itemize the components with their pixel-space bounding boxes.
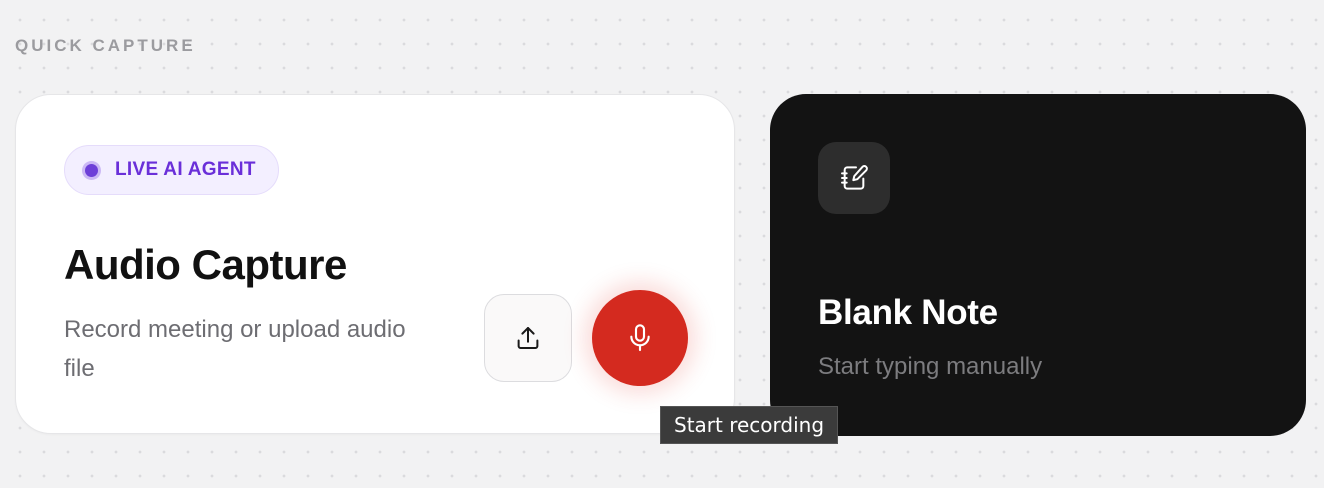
status-dot-icon (85, 163, 98, 177)
start-recording-tooltip: Start recording (660, 406, 839, 444)
section-label: QUICK CAPTURE (15, 36, 196, 55)
audio-capture-subtitle: Record meeting or upload audio file (64, 316, 406, 382)
live-ai-agent-badge: LIVE AI AGENT (64, 145, 279, 195)
note-icon-container (818, 142, 890, 214)
audio-capture-title: Audio Capture (64, 241, 347, 288)
microphone-icon (630, 324, 650, 352)
blank-note-subtitle: Start typing manually (818, 353, 1043, 380)
notebook-pen-icon (841, 165, 868, 190)
upload-audio-button[interactable] (484, 294, 572, 382)
start-recording-button[interactable] (592, 290, 688, 386)
upload-icon (517, 327, 539, 349)
blank-note-title: Blank Note (818, 293, 998, 332)
audio-capture-card[interactable]: LIVE AI AGENT Audio Capture Record meeti… (15, 94, 735, 434)
blank-note-card[interactable]: Blank Note Start typing manually (770, 94, 1306, 436)
badge-label: LIVE AI AGENT (115, 159, 256, 180)
